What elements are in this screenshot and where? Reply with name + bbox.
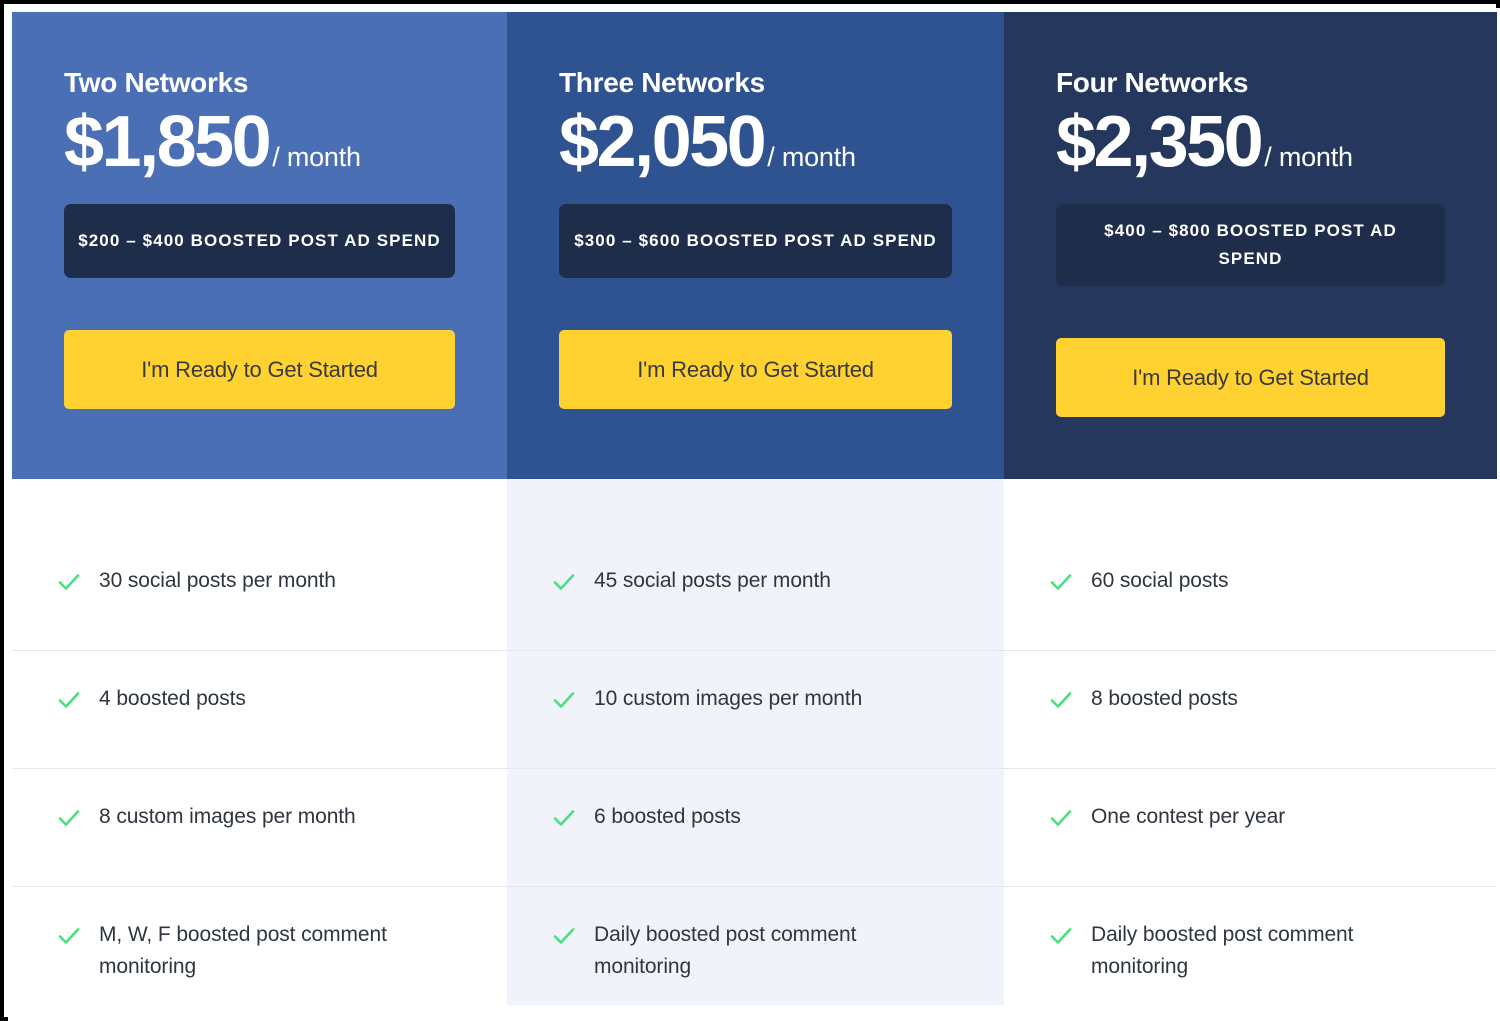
feature-label: One contest per year — [1091, 805, 1286, 828]
feature-label: 30 social posts per month — [99, 569, 336, 592]
feature-row: 10 custom images per month — [507, 651, 1004, 769]
feature-row: 60 social posts — [1004, 533, 1497, 651]
check-icon — [56, 923, 82, 949]
feature-row: 8 custom images per month — [12, 769, 507, 887]
pricing-table: Two Networks $1,850 / month $200 – $400 … — [8, 8, 1500, 1021]
check-icon — [1048, 923, 1074, 949]
plan-card-four-networks: Four Networks $2,350 / month $400 – $800… — [1004, 12, 1497, 479]
feature-column-two-networks: 30 social posts per month 4 boosted post… — [12, 479, 507, 1005]
feature-row: 45 social posts per month — [507, 533, 1004, 651]
feature-label: M, W, F boosted post comment monitoring — [99, 923, 387, 978]
plan-title: Two Networks — [64, 67, 249, 98]
ad-spend-badge: $300 – $600 Boosted Post Ad Spend — [559, 204, 952, 279]
plan-price: $1,850 — [64, 101, 272, 182]
plan-price: $2,350 — [1056, 101, 1264, 182]
plan-period: / month — [1264, 141, 1353, 172]
feature-row: Daily boosted post comment monitoring — [507, 887, 1004, 1005]
get-started-button[interactable]: I'm Ready to Get Started — [559, 330, 952, 410]
plan-title: Three Networks — [559, 67, 765, 98]
ad-spend-badge: $400 – $800 Boosted Post Ad Spend — [1056, 204, 1445, 287]
feature-row: 4 boosted posts — [12, 651, 507, 769]
plan-price: $2,050 — [559, 101, 767, 182]
check-icon — [551, 569, 577, 595]
plan-card-three-networks: Three Networks $2,050 / month $300 – $60… — [507, 12, 1004, 479]
get-started-button[interactable]: I'm Ready to Get Started — [64, 330, 455, 410]
check-icon — [56, 805, 82, 831]
plan-price-row: $2,350 / month — [1056, 101, 1445, 182]
feature-row: One contest per year — [1004, 769, 1497, 887]
feature-row: 6 boosted posts — [507, 769, 1004, 887]
feature-label: 8 custom images per month — [99, 805, 356, 828]
check-icon — [56, 569, 82, 595]
check-icon — [1048, 805, 1074, 831]
feature-table: 30 social posts per month 4 boosted post… — [12, 479, 1497, 1005]
get-started-button[interactable]: I'm Ready to Get Started — [1056, 338, 1445, 418]
feature-label: 4 boosted posts — [99, 687, 246, 710]
ad-spend-badge: $200 – $400 Boosted Post Ad Spend — [64, 204, 455, 279]
feature-label: 10 custom images per month — [594, 687, 863, 710]
plan-price-row: $2,050 / month — [559, 101, 952, 182]
feature-row: 30 social posts per month — [12, 533, 507, 651]
feature-label: 60 social posts — [1091, 569, 1229, 592]
plan-card-two-networks: Two Networks $1,850 / month $200 – $400 … — [12, 12, 507, 479]
check-icon — [551, 687, 577, 713]
feature-label: 6 boosted posts — [594, 805, 741, 828]
feature-row: Daily boosted post comment monitoring — [1004, 887, 1497, 1005]
feature-label: Daily boosted post comment monitoring — [1091, 923, 1354, 978]
plan-period: / month — [272, 141, 361, 172]
feature-row: 8 boosted posts — [1004, 651, 1497, 769]
check-icon — [551, 923, 577, 949]
check-icon — [1048, 687, 1074, 713]
check-icon — [56, 687, 82, 713]
check-icon — [551, 805, 577, 831]
feature-label: Daily boosted post comment monitoring — [594, 923, 857, 978]
plan-period: / month — [767, 141, 856, 172]
feature-row: M, W, F boosted post comment monitoring — [12, 887, 507, 1005]
feature-column-four-networks: 60 social posts 8 boosted posts One cont… — [1004, 479, 1497, 1005]
feature-label: 8 boosted posts — [1091, 687, 1238, 710]
pricing-table-frame: Two Networks $1,850 / month $200 – $400 … — [0, 0, 1500, 1021]
plan-title: Four Networks — [1056, 67, 1249, 98]
feature-column-three-networks: 45 social posts per month 10 custom imag… — [507, 479, 1004, 1005]
plan-header-row: Two Networks $1,850 / month $200 – $400 … — [12, 12, 1497, 479]
feature-label: 45 social posts per month — [594, 569, 831, 592]
check-icon — [1048, 569, 1074, 595]
plan-price-row: $1,850 / month — [64, 101, 455, 182]
